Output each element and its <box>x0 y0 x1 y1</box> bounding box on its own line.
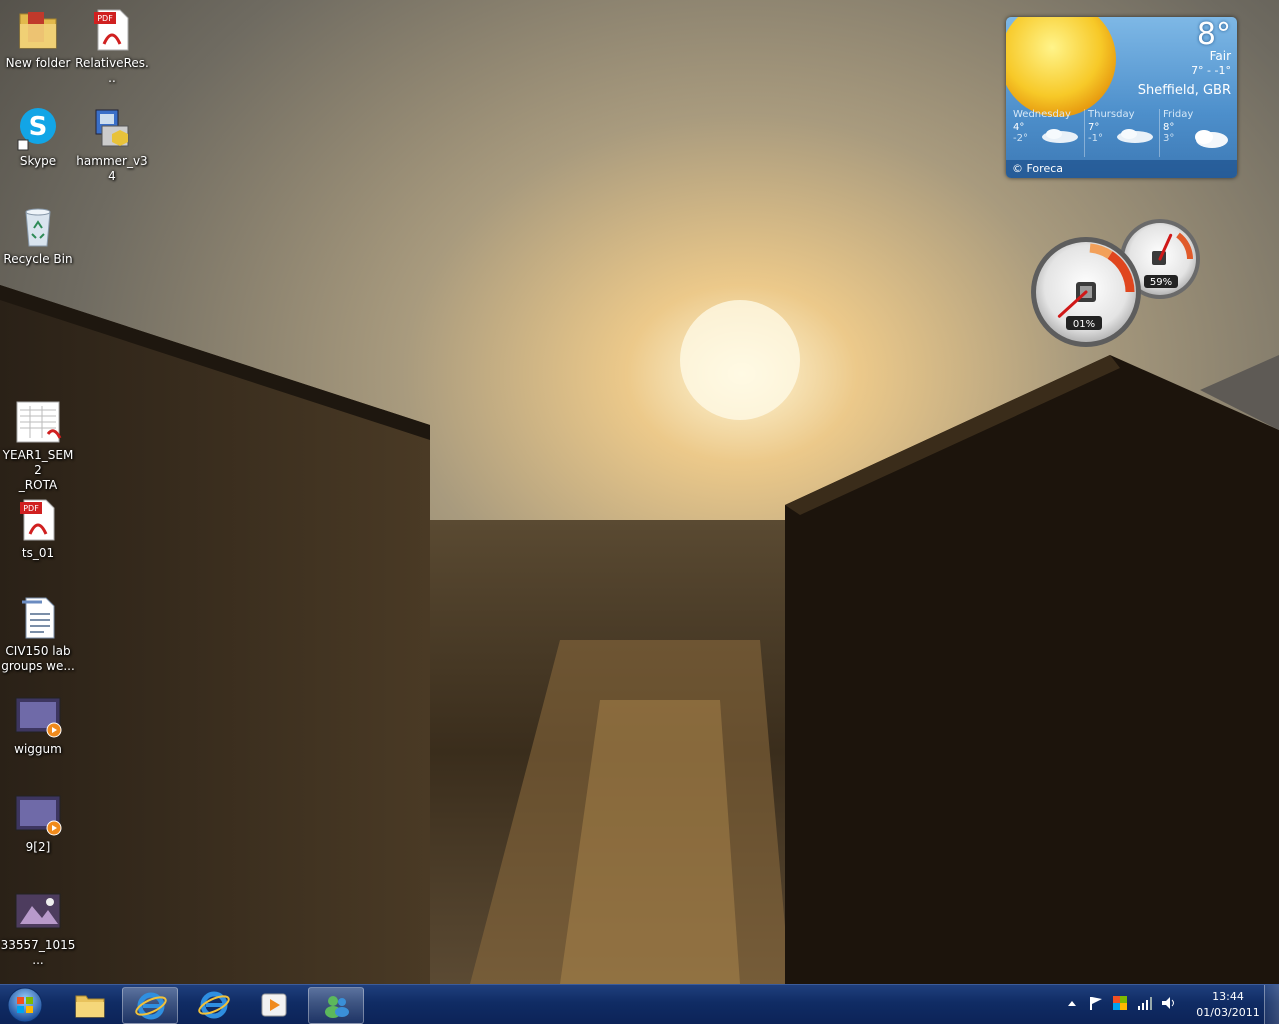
taskbar-explorer-button[interactable] <box>62 987 116 1022</box>
weather-condition: Fair <box>1209 49 1231 63</box>
svg-text:S: S <box>29 112 48 142</box>
taskbar-messenger-button[interactable] <box>308 987 364 1024</box>
messenger-icon <box>325 996 349 1018</box>
taskbar: 13:44 01/03/2011 <box>0 984 1279 1024</box>
internet-explorer-icon <box>135 992 167 1020</box>
desktop-icon-label: 33557_1015... <box>0 938 76 967</box>
desktop-icon[interactable]: hammer_v34 <box>74 104 150 184</box>
weather-gadget[interactable]: 8° Fair 7° - -1° Sheffield, GBR Wednesda… <box>1006 17 1237 178</box>
skype-icon: S <box>14 104 62 152</box>
installer-icon <box>88 104 136 152</box>
show-desktop-button[interactable] <box>1264 985 1279 1024</box>
pdf-thumbnail-icon <box>14 398 62 446</box>
weather-credit: © Foreca <box>1006 160 1237 178</box>
taskbar-clock[interactable]: 13:44 01/03/2011 <box>1195 989 1261 1021</box>
internet-explorer-icon <box>198 991 230 1019</box>
forecast-day: Friday 8° 3° <box>1160 109 1234 157</box>
action-center-flag-icon[interactable] <box>1088 995 1104 1014</box>
forecast-day: Thursday 7° -1° <box>1085 109 1160 157</box>
media-player-icon <box>261 993 287 1017</box>
windows-update-icon[interactable] <box>1112 995 1128 1014</box>
desktop-icon[interactable]: CIV150 lab groups we... <box>0 594 76 674</box>
desktop-icon[interactable]: YEAR1_SEM2 _ROTA <box>0 398 76 493</box>
temperature-range: 7° - -1° <box>1191 64 1231 77</box>
forecast-day-name: Thursday <box>1088 109 1135 120</box>
svg-text:PDF: PDF <box>97 14 113 23</box>
desktop-icon-label: New folder <box>5 56 71 70</box>
desktop-icon[interactable]: Recycle Bin <box>0 202 76 267</box>
video-icon <box>14 790 62 838</box>
taskbar-ie-active-button[interactable] <box>122 987 178 1024</box>
desktop-icon-label: Skype <box>19 154 57 168</box>
desktop-icon-label: ts_01 <box>21 546 55 560</box>
clock-time: 13:44 <box>1212 990 1244 1003</box>
volume-icon[interactable] <box>1161 995 1177 1014</box>
desktop-icon[interactable]: PDF ts_01 <box>0 496 76 561</box>
desktop-icon-label: RelativeRes... <box>75 56 149 85</box>
desktop-icon-label: Recycle Bin <box>3 252 73 266</box>
pdf-icon: PDF <box>14 496 62 544</box>
forecast-row: Wednesday 4° -2° Thursday 7° -1° Friday … <box>1010 109 1234 157</box>
memory-usage-label: 59% <box>1150 277 1172 288</box>
cloud-icon <box>1195 130 1228 148</box>
image-icon <box>14 888 62 936</box>
weather-location: Sheffield, GBR <box>1137 83 1231 98</box>
desktop-icon[interactable]: 9[2] <box>0 790 76 855</box>
video-icon <box>14 692 62 740</box>
desktop-icon-label: YEAR1_SEM2 _ROTA <box>2 448 74 492</box>
taskbar-media-player-button[interactable] <box>246 987 300 1022</box>
taskbar-ie-button[interactable] <box>186 987 240 1022</box>
cloud-icon <box>1042 129 1078 143</box>
desktop-icon-label: wiggum <box>14 742 62 756</box>
desktop-icon[interactable]: New folder <box>0 6 76 71</box>
windows-logo-icon <box>7 987 43 1023</box>
forecast-day-name: Friday <box>1163 109 1194 120</box>
network-signal-icon[interactable] <box>1137 995 1153 1014</box>
desktop-icon[interactable]: 33557_1015... <box>0 888 76 968</box>
folder-icon <box>75 995 105 1018</box>
svg-text:PDF: PDF <box>23 504 39 513</box>
cpu-meter-gadget[interactable]: 01% 59% <box>1030 217 1202 347</box>
show-hidden-icons-icon[interactable] <box>1067 995 1077 1014</box>
folder-icon <box>14 6 62 54</box>
start-button[interactable] <box>4 985 46 1025</box>
recycle-bin-icon <box>14 202 62 250</box>
desktop-icon-label: hammer_v34 <box>76 154 148 183</box>
desktop-icon[interactable]: wiggum <box>0 692 76 757</box>
desktop-icon[interactable]: PDF RelativeRes... <box>74 6 150 86</box>
forecast-day: Wednesday 4° -2° <box>1010 109 1085 157</box>
desktop-icon[interactable]: S Skype <box>0 104 76 169</box>
forecast-day-name: Wednesday <box>1013 109 1071 120</box>
document-icon <box>14 594 62 642</box>
desktop-icon-label: CIV150 lab groups we... <box>1 644 75 673</box>
desktop-icon-label: 9[2] <box>25 840 51 854</box>
pdf-icon: PDF <box>88 6 136 54</box>
current-temperature: 8° <box>1196 17 1231 52</box>
cloud-icon <box>1117 129 1153 143</box>
cpu-usage-label: 01% <box>1073 319 1095 330</box>
clock-date: 01/03/2011 <box>1196 1006 1260 1019</box>
